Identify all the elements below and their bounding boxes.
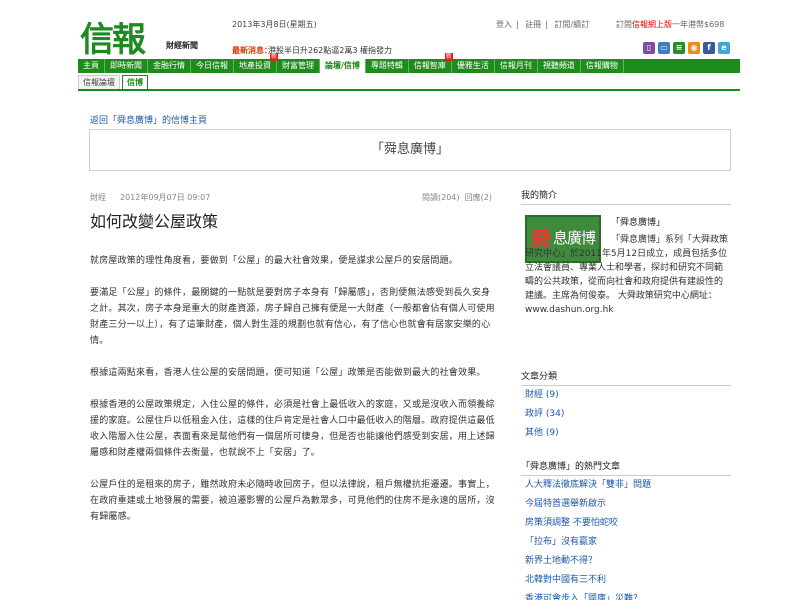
hot-article-link[interactable]: 「拉布」沒有贏家 [521, 533, 731, 552]
logo-text: 信報 [80, 20, 146, 60]
category-link[interactable]: 其他 (9) [521, 424, 731, 443]
article-datetime: 2012年09月07日 09:07 [120, 193, 211, 202]
nav-item-label: 金融行情 [153, 61, 185, 70]
social-icons: ▯ ▭ ≡ ◉ f e [643, 42, 730, 54]
article-paragraph: 根據香港的公屋政策規定，入住公屋的條件，必須是社會上最低收入的家庭，又或是沒收入… [90, 400, 495, 458]
subscribe-price: 一年港幣$698 [672, 20, 725, 29]
article-paragraph: 要滿足「公屋」的條件，最關鍵的一點就是要對房子本身有「歸屬感」，否則便無法感受到… [90, 288, 495, 346]
category-link[interactable]: 財經 (9) [521, 386, 731, 405]
tablet-icon[interactable]: ▭ [658, 42, 670, 54]
nav-item-label: 即時新聞 [110, 61, 142, 70]
site-header: 信報 財經新聞 2013年3月8日(星期五) 最新消息： 港股半日升262點逼2… [78, 12, 740, 60]
nav-item[interactable]: 視聽頻道 [538, 59, 581, 73]
nav-item-label: 財富管理 [282, 61, 314, 70]
article-stats: 閱讀(204) 回應(2) [422, 192, 492, 203]
nav-item[interactable]: 信報購物 [581, 59, 624, 73]
hot-articles-section: 「舜息廣博」的熱門文章 人大釋法徹底解決「雙非」問題 今屆特首選舉新啟示 房策須調整… [521, 459, 731, 600]
hot-article-link[interactable]: 北韓對中國有三不利 [521, 571, 731, 590]
site-logo[interactable]: 信報 財經新聞 [78, 12, 228, 60]
facebook-icon[interactable]: f [703, 42, 715, 54]
subscribe-prefix: 訂閱 [616, 20, 632, 29]
article-category[interactable]: 財經 [90, 193, 106, 202]
sub-nav: 信報論壇 信博 [78, 75, 740, 91]
top-links: 登入 | 註冊 | 訂閱/續訂 [496, 20, 590, 29]
hot-article-link[interactable]: 今屆特首選舉新啟示 [521, 495, 731, 514]
nav-item[interactable]: 今日信報 [191, 59, 234, 73]
nav-item[interactable]: 地產投資新 [234, 53, 278, 73]
main-nav: 主頁 即時新聞 金融行情 今日信報 地產投資新財富管理 論壇/信博 專題特輯 信報智庫新優雅生… [78, 53, 740, 73]
rss-icon[interactable]: ◉ [688, 42, 700, 54]
nav-item-label: 信報月刊 [499, 61, 532, 70]
current-date: 2013年3月8日(星期五) [232, 20, 317, 29]
nav-item-label: 論壇/信博 [325, 61, 360, 70]
logo-subtitle: 財經新聞 [166, 41, 198, 50]
article-title: 如何改變公屋政策 [90, 212, 219, 231]
nav-item[interactable]: 信報智庫新 [409, 53, 453, 73]
article-paragraph: 公屋戶住的是租來的房子，雖然政府未必隨時收回房子，但以法律說，租戶無權抗拒遷遷。… [90, 480, 495, 522]
nav-item-label: 信報智庫 [413, 61, 446, 70]
hot-article-link[interactable]: 香港可會步入「國庫」災難？ [521, 590, 731, 600]
nav-item-label: 視聽頻道 [542, 61, 575, 70]
nav-item[interactable]: 金融行情 [148, 59, 191, 73]
reply-count[interactable]: 回應(2) [465, 193, 492, 202]
nav-item-label: 地產投資 [239, 61, 271, 70]
category-list: 財經 (9) 政評 (34) 其他 (9) [521, 386, 731, 443]
hot-articles-list: 人大釋法徹底解決「雙非」問題 今屆特首選舉新啟示 房策須調整 不要怕蛇咬 「拉布」沒有… [521, 476, 731, 600]
login-link[interactable]: 登入 [496, 20, 512, 29]
subnav-tab[interactable]: 信博 [122, 75, 148, 89]
nav-item[interactable]: 論壇/信博 [320, 59, 366, 73]
nav-item[interactable]: 專題特輯 [366, 59, 409, 73]
nav-item-label: 今日信報 [196, 61, 228, 70]
categories-heading: 文章分類 [521, 369, 731, 386]
back-to-blog-link[interactable]: 返回「舜息廣博」的信博主頁 [90, 113, 207, 126]
nav-item[interactable]: 財富管理 [277, 59, 320, 73]
article-paragraph: 根據這兩點來看，香港人住公屋的安居問題，便可知道「公屋」政策是否能做到最大的社會… [90, 368, 486, 378]
subscribe-promo[interactable]: 訂閱信報網上版一年港幣$698 [616, 19, 724, 30]
profile-description: 「舜息廣博」系列「大舜政策研究中心」於2011年5月12日成立，成員包括多位立法… [525, 235, 729, 315]
nav-item[interactable]: 信報月刊 [495, 59, 538, 73]
page: 信報 財經新聞 2013年3月8日(星期五) 最新消息： 港股半日升262點逼2… [0, 0, 800, 600]
nav-item-label: 信報購物 [585, 61, 618, 70]
profile-name: 「舜息廣博」 [611, 218, 666, 228]
category-link[interactable]: 政評 (34) [521, 405, 731, 424]
mobile-icon[interactable]: ▯ [643, 42, 655, 54]
subscribe-highlight: 信報網上版 [632, 20, 672, 29]
hot-articles-heading: 「舜息廣博」的熱門文章 [521, 459, 731, 476]
article-meta: 財經 2012年09月07日 09:07 [90, 192, 210, 203]
register-link[interactable]: 註冊 [525, 20, 541, 29]
hot-article-link[interactable]: 人大釋法徹底解決「雙非」問題 [521, 476, 731, 495]
hot-article-link[interactable]: 新界土地動不得？ [521, 552, 731, 571]
nav-item[interactable]: 即時新聞 [105, 59, 148, 73]
view-count: 閱讀(204) [422, 193, 460, 202]
sidebar: 我的簡介 舜 息廣博 「舜息廣博」 「舜息廣博」系列「大舜政策研究中心」於201… [521, 188, 731, 600]
news-ticker[interactable]: 港股半日升262點逼2萬3 權指發力 [268, 45, 392, 56]
article-body: 就房屋政策的理性角度看，要做到「公屋」的最大社會效果，便是謀求公屋戶的安居問題。… [90, 253, 498, 541]
nav-item-label: 優雅生活 [456, 61, 489, 70]
article-paragraph: 就房屋政策的理性角度看，要做到「公屋」的最大社會效果，便是謀求公屋戶的安居問題。 [90, 256, 459, 266]
weibo-icon[interactable]: e [718, 42, 730, 54]
profile-box: 舜 息廣博 「舜息廣博」 「舜息廣博」系列「大舜政策研究中心」於2011年5月1… [521, 213, 731, 343]
ticker-label: 最新消息： [232, 46, 272, 55]
intro-heading: 我的簡介 [521, 188, 731, 205]
nav-item-label: 主頁 [83, 61, 99, 70]
hot-article-link[interactable]: 房策須調整 不要怕蛇咬 [521, 514, 731, 533]
categories-section: 文章分類 財經 (9) 政評 (34) 其他 (9) [521, 369, 731, 443]
nav-item[interactable]: 優雅生活 [452, 59, 495, 73]
nav-item-label: 專題特輯 [370, 61, 403, 70]
subscribe-link[interactable]: 訂閱/續訂 [555, 20, 590, 29]
news-icon[interactable]: ≡ [673, 42, 685, 54]
subnav-tab[interactable]: 信報論壇 [78, 75, 120, 89]
nav-item[interactable]: 主頁 [78, 59, 105, 73]
blog-title: 「舜息廣博」 [89, 129, 731, 171]
